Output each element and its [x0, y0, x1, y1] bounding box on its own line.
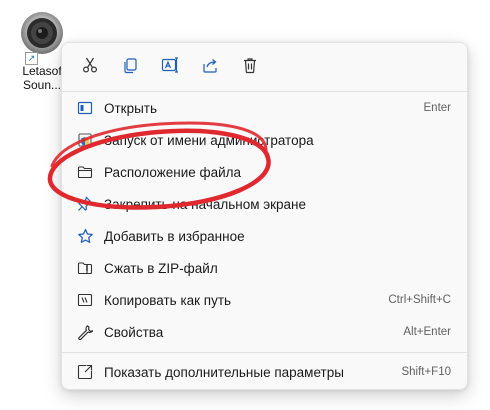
wrench-icon: [76, 323, 94, 341]
menu-item-compress-zip[interactable]: Сжать в ZIP-файл: [66, 253, 463, 283]
menu-item-open[interactable]: Открыть Enter: [66, 93, 463, 123]
context-menu-toolbar: [70, 51, 270, 83]
speaker-icon: ↗: [19, 10, 65, 65]
menu-item-label: Свойства: [104, 324, 164, 340]
menu-item-shortcut: Alt+Enter: [403, 326, 451, 338]
delete-button[interactable]: [230, 51, 270, 83]
menu-item-pin-to-start[interactable]: Закрепить на начальном экране: [66, 189, 463, 219]
rename-icon: [161, 56, 179, 79]
menu-item-label: Добавить в избранное: [104, 228, 245, 244]
menu-item-shortcut: Ctrl+Shift+C: [388, 294, 451, 306]
cut-button[interactable]: [70, 51, 110, 83]
copy-icon: [121, 56, 139, 79]
desktop: ↗ Letasof Soun... Открыть Enter Запуск о…: [0, 0, 490, 410]
menu-item-label: Расположение файла: [104, 164, 242, 180]
menu-item-label: Запуск от имени администратора: [104, 132, 314, 148]
trash-icon: [241, 56, 259, 79]
star-icon: [76, 227, 94, 245]
menu-item-label: Закрепить на начальном экране: [104, 196, 307, 212]
copy-button[interactable]: [110, 51, 150, 83]
menu-item-copy-as-path[interactable]: Копировать как путь Ctrl+Shift+C: [66, 285, 463, 315]
folder-icon: [76, 163, 94, 181]
menu-item-add-to-favorites[interactable]: Добавить в избранное: [66, 221, 463, 251]
shield-icon: [76, 131, 94, 149]
context-menu: Открыть Enter Запуск от имени администра…: [61, 42, 468, 390]
more-options-icon: [76, 363, 94, 381]
zip-icon: [76, 259, 94, 277]
rename-button[interactable]: [150, 51, 190, 83]
menu-item-shortcut: Enter: [423, 102, 452, 114]
copy-path-icon: [76, 291, 94, 309]
menu-item-shortcut: Shift+F10: [401, 366, 451, 378]
pin-icon: [76, 195, 94, 213]
menu-item-show-more-options[interactable]: Показать дополнительные параметры Shift+…: [66, 357, 463, 387]
menu-item-label: Копировать как путь: [104, 292, 232, 308]
scissors-icon: [81, 56, 99, 79]
menu-item-label: Сжать в ZIP-файл: [104, 260, 218, 276]
menu-separator: [62, 352, 467, 353]
menu-item-properties[interactable]: Свойства Alt+Enter: [66, 317, 463, 347]
open-window-icon: [76, 99, 94, 117]
menu-item-run-as-admin[interactable]: Запуск от имени администратора: [66, 125, 463, 155]
menu-item-file-location[interactable]: Расположение файла: [66, 157, 463, 187]
menu-item-label: Показать дополнительные параметры: [104, 364, 344, 380]
shortcut-arrow-icon: ↗: [25, 52, 38, 65]
menu-item-label: Открыть: [104, 100, 158, 116]
share-icon: [201, 56, 219, 79]
share-button[interactable]: [190, 51, 230, 83]
toolbar-separator: [62, 91, 467, 92]
